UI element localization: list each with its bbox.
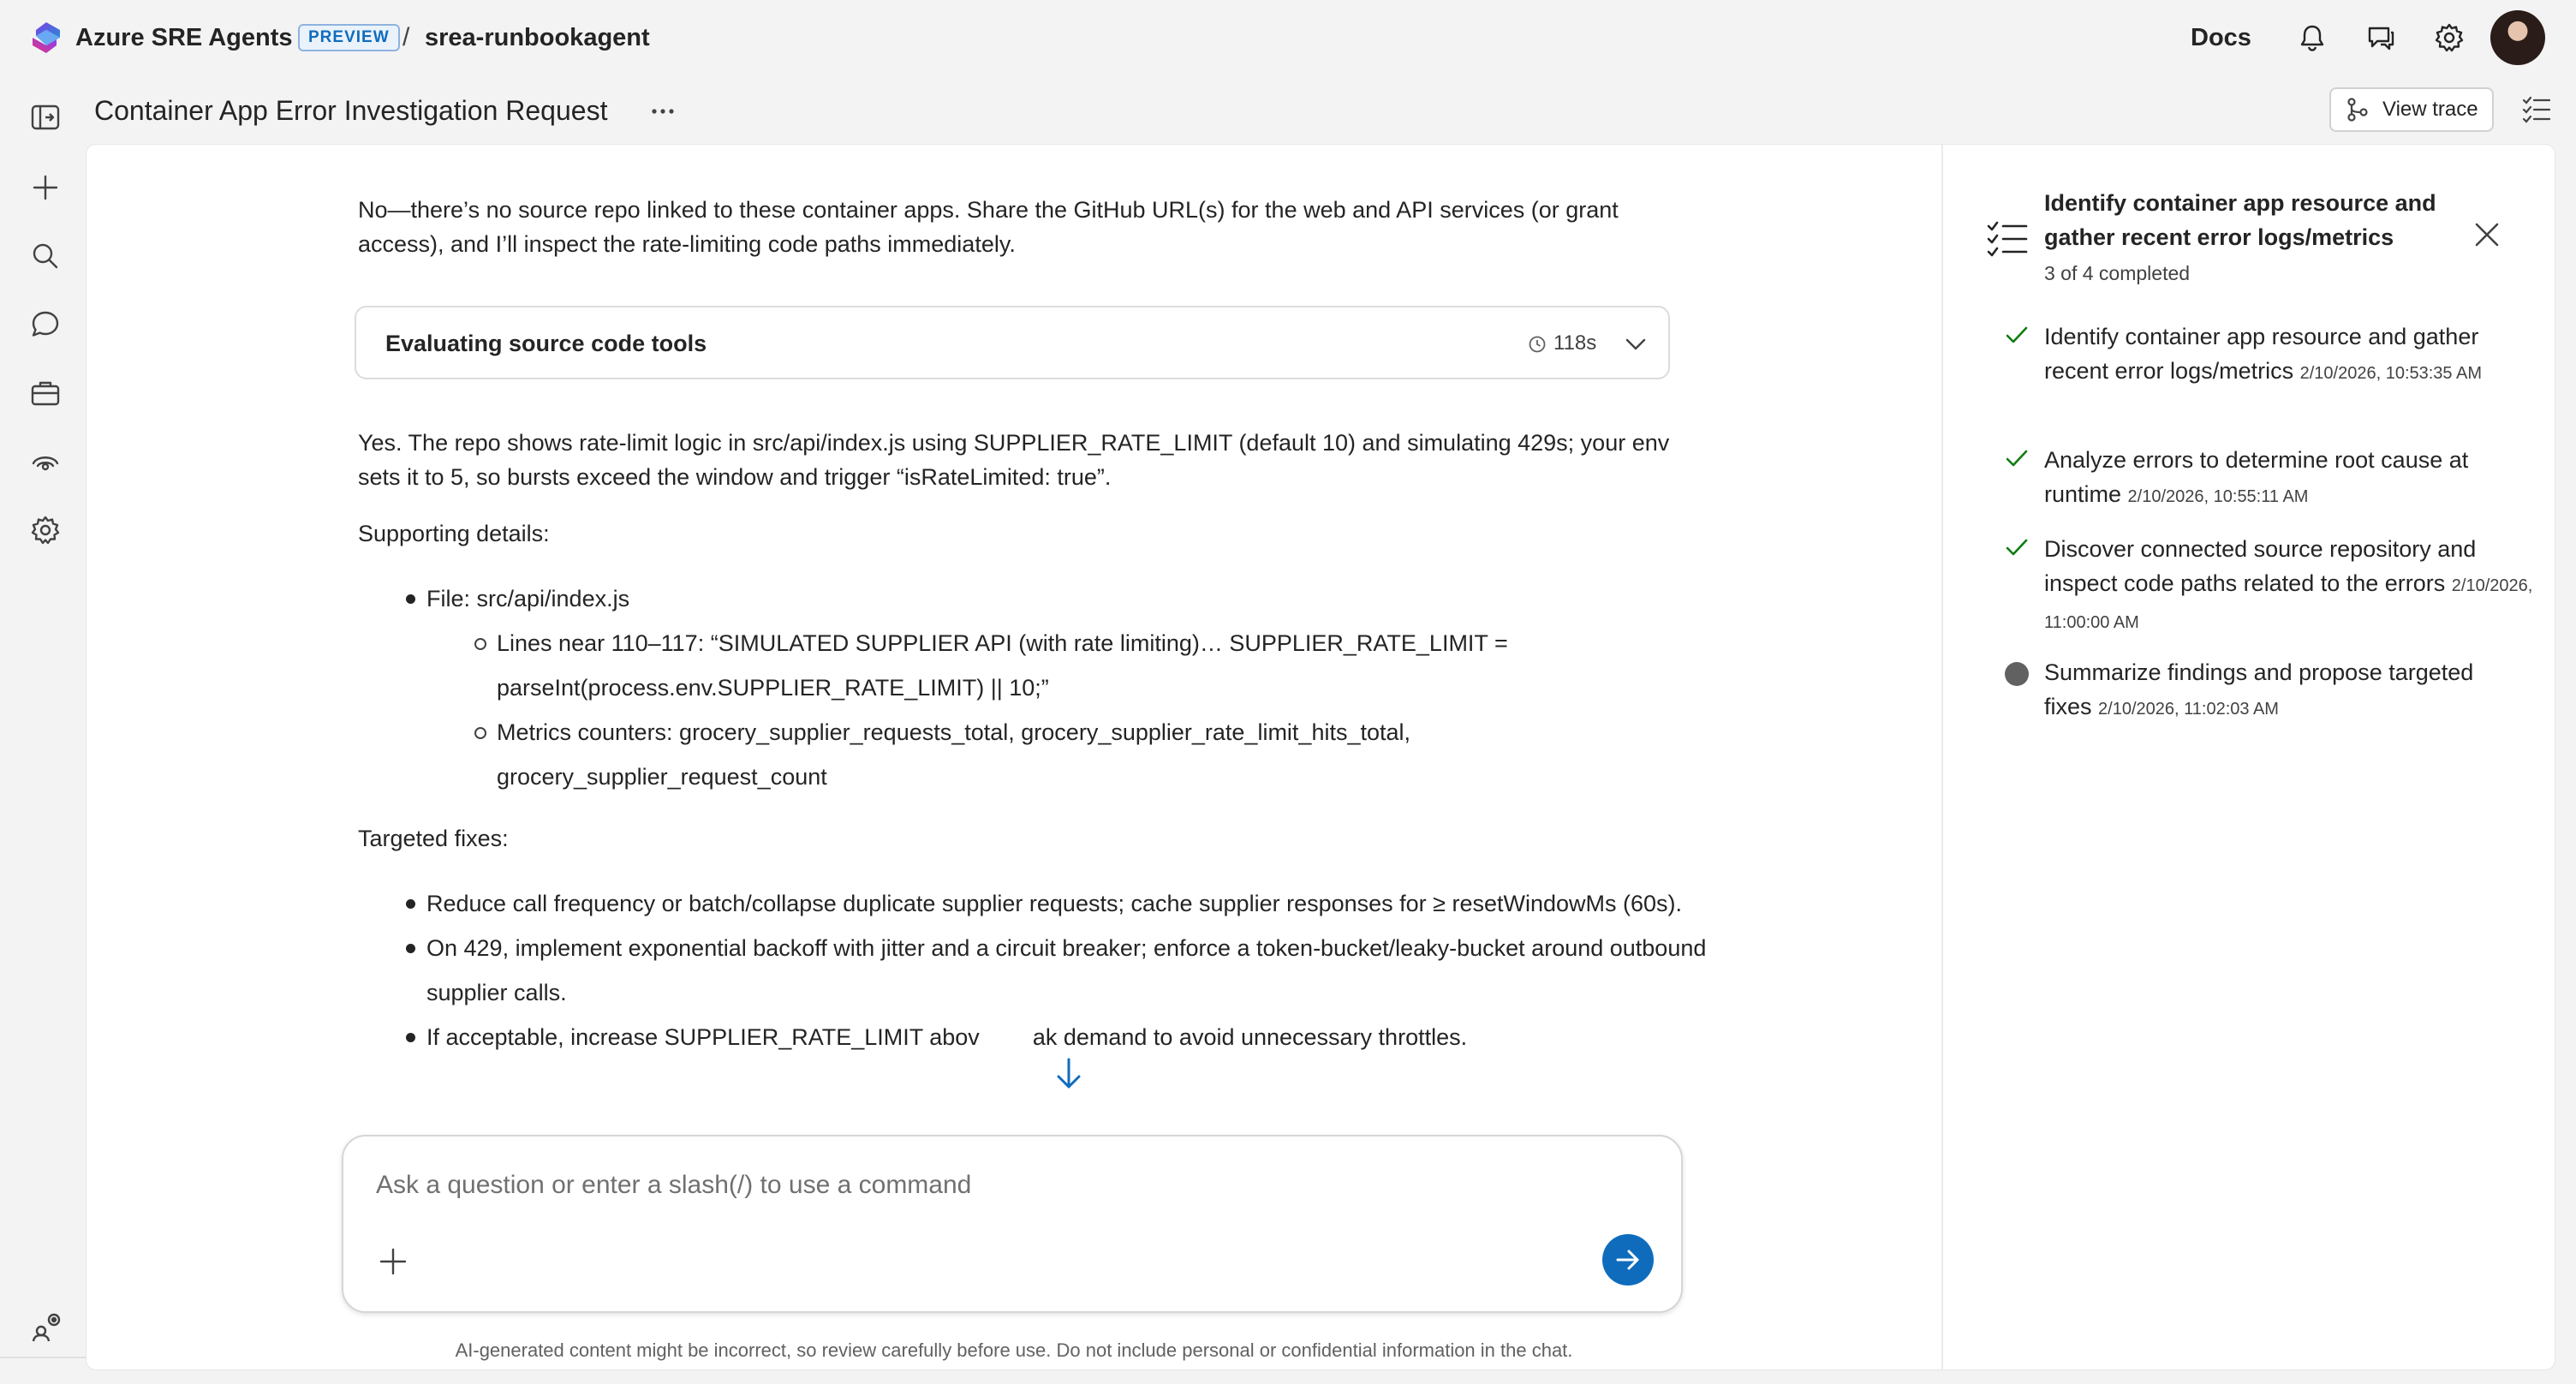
rail-divider bbox=[0, 1357, 86, 1358]
breadcrumb-agent-name[interactable]: srea-runbookagent bbox=[425, 19, 650, 57]
chat-composer bbox=[342, 1135, 1683, 1313]
list-item: Metrics counters: grocery_supplier_reque… bbox=[426, 710, 1540, 799]
left-rail bbox=[0, 75, 86, 1384]
tool-activity-label: Evaluating source code tools bbox=[385, 331, 707, 356]
close-icon[interactable] bbox=[2472, 220, 2501, 249]
supporting-sublist: Lines near 110–117: “SIMULATED SUPPLIER … bbox=[426, 621, 1762, 799]
chat-icon[interactable] bbox=[29, 308, 62, 341]
task-item-3[interactable]: Discover connected source repository and… bbox=[2044, 532, 2541, 640]
plus-icon[interactable] bbox=[29, 171, 62, 204]
list-item: Reduce call frequency or batch/collapse … bbox=[358, 881, 1762, 926]
list-item: File: src/api/index.js Lines near 110–11… bbox=[358, 576, 1762, 799]
checklist-icon bbox=[1987, 221, 2028, 257]
task-pane-progress: 3 of 4 completed bbox=[2044, 262, 2191, 284]
supporting-details-heading: Supporting details: bbox=[358, 521, 550, 546]
main-panel: No—there’s no source repo linked to thes… bbox=[86, 144, 2555, 1370]
scroll-to-bottom-icon[interactable] bbox=[1054, 1056, 1083, 1094]
in-progress-indicator bbox=[2005, 662, 2029, 686]
top-bar: Azure SRE Agents PREVIEW / srea-runbooka… bbox=[0, 0, 2576, 75]
task-pane-title: Identify container app resource and gath… bbox=[2044, 190, 2436, 250]
gear-icon[interactable] bbox=[2434, 22, 2465, 53]
task-item-4[interactable]: Summarize findings and propose targeted … bbox=[2044, 655, 2524, 726]
search-icon[interactable] bbox=[29, 240, 62, 272]
chevron-down-icon[interactable] bbox=[1624, 333, 1648, 355]
agent-message-answer: Yes. The repo shows rate-limit logic in … bbox=[358, 430, 1670, 490]
add-attachment-icon[interactable] bbox=[378, 1246, 408, 1277]
ai-disclaimer: AI-generated content might be incorrect,… bbox=[455, 1339, 1573, 1361]
list-item: On 429, implement exponential backoff wi… bbox=[358, 926, 1762, 1015]
agents-icon[interactable] bbox=[31, 1312, 63, 1345]
feedback-icon[interactable] bbox=[2365, 22, 2396, 53]
preview-badge: PREVIEW bbox=[298, 24, 400, 51]
send-button[interactable] bbox=[1602, 1234, 1654, 1286]
list-item: Lines near 110–117: “SIMULATED SUPPLIER … bbox=[426, 621, 1540, 710]
agent-message-intro: No—there’s no source repo linked to thes… bbox=[358, 197, 1619, 257]
arrow-right-icon bbox=[1616, 1250, 1639, 1270]
bell-icon[interactable] bbox=[2297, 22, 2328, 53]
task-pane: Identify container app resource and gath… bbox=[1941, 145, 2555, 1369]
list-item: If acceptable, increase SUPPLIER_RATE_LI… bbox=[358, 1015, 1762, 1059]
check-icon bbox=[2006, 539, 2028, 556]
breadcrumb-separator: / bbox=[402, 23, 410, 51]
more-options-icon[interactable] bbox=[647, 98, 678, 125]
targeted-fixes-list: Reduce call frequency or batch/collapse … bbox=[358, 881, 1762, 1059]
clock-icon bbox=[1529, 336, 1546, 353]
azure-sre-logo-icon[interactable] bbox=[29, 21, 63, 55]
check-icon bbox=[2006, 450, 2028, 467]
task-item-1[interactable]: Identify container app resource and gath… bbox=[2044, 319, 2524, 391]
chat-area[interactable]: No—there’s no source repo linked to thes… bbox=[86, 145, 1941, 1369]
trace-icon bbox=[2347, 98, 2368, 122]
tool-activity-duration: 118s bbox=[1553, 331, 1597, 355]
view-trace-label: View trace bbox=[2382, 98, 2478, 121]
docs-link[interactable]: Docs bbox=[2191, 19, 2251, 57]
supporting-details-list: File: src/api/index.js Lines near 110–11… bbox=[358, 576, 1762, 799]
app-brand[interactable]: Azure SRE Agents bbox=[75, 19, 293, 57]
briefcase-icon[interactable] bbox=[29, 377, 62, 409]
page-title: Container App Error Investigation Reques… bbox=[94, 95, 608, 126]
settings-icon[interactable] bbox=[29, 514, 62, 546]
tool-activity-card[interactable]: Evaluating source code tools 118s bbox=[355, 306, 1670, 379]
targeted-fixes-heading: Targeted fixes: bbox=[358, 826, 509, 851]
avatar[interactable] bbox=[2490, 10, 2545, 65]
chat-input[interactable] bbox=[376, 1164, 1643, 1207]
view-trace-button[interactable]: View trace bbox=[2329, 87, 2494, 132]
supporting-file: File: src/api/index.js bbox=[426, 586, 630, 611]
sidebar-toggle-icon[interactable] bbox=[29, 101, 62, 134]
task-item-2[interactable]: Analyze errors to determine root cause a… bbox=[2044, 443, 2524, 514]
task-list-toggle-icon[interactable] bbox=[2521, 94, 2552, 125]
check-icon bbox=[2006, 326, 2028, 343]
monitor-icon[interactable] bbox=[29, 445, 62, 478]
